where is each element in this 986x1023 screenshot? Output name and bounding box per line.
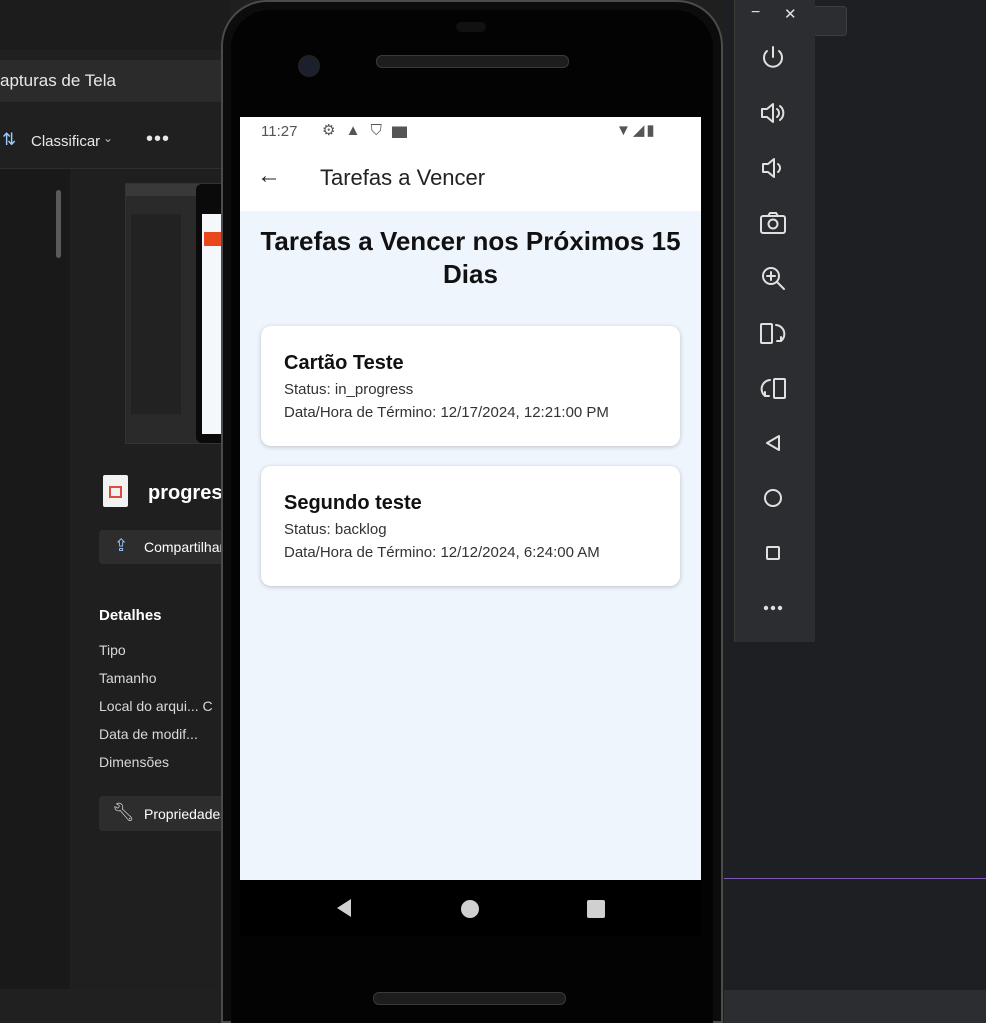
sort-button[interactable]: Classificar bbox=[31, 133, 100, 150]
chevron-down-icon[interactable]: ⌄ bbox=[103, 131, 113, 145]
task-title: Cartão Teste bbox=[284, 352, 404, 374]
task-status: Status: backlog bbox=[284, 521, 387, 538]
ide-divider bbox=[724, 878, 986, 879]
power-icon[interactable] bbox=[756, 41, 790, 75]
details-heading: Detalhes bbox=[99, 607, 162, 624]
wrench-icon[interactable]: 🔧︎ bbox=[112, 802, 135, 823]
front-camera-icon bbox=[298, 55, 320, 77]
camera-icon[interactable] bbox=[756, 206, 790, 240]
task-card[interactable]: Cartão Teste Status: in_progress Data/Ho… bbox=[261, 326, 680, 446]
task-due-date: Data/Hora de Término: 12/17/2024, 12:21:… bbox=[284, 404, 609, 421]
nav-home-icon[interactable] bbox=[459, 898, 481, 925]
zoom-in-icon[interactable] bbox=[756, 261, 790, 295]
more-icon[interactable] bbox=[756, 591, 790, 625]
bottom-speaker bbox=[373, 992, 566, 1005]
minimize-button[interactable]: − bbox=[751, 4, 760, 22]
app-bar-title: Tarefas a Vencer bbox=[320, 165, 486, 190]
detail-size-label: Tamanho bbox=[99, 670, 157, 686]
status-time: 11:27 bbox=[261, 123, 298, 140]
rotate-right-icon[interactable] bbox=[756, 316, 790, 350]
task-status: Status: in_progress bbox=[284, 381, 414, 398]
signal-battery-icons: ▼◢▮ bbox=[616, 122, 657, 139]
phone-screen: 11:27 ⚙︎ ▲ ⛉ ▆ ▼◢▮ ← Tarefas a Vencer Ta… bbox=[240, 117, 701, 880]
nav-overview-icon[interactable] bbox=[585, 898, 607, 925]
properties-button-label[interactable]: Propriedades bbox=[144, 806, 227, 822]
navigation-pane bbox=[0, 169, 70, 989]
earpiece-speaker bbox=[376, 55, 569, 68]
sort-icon[interactable]: ⇅ bbox=[2, 130, 16, 150]
file-preview-thumbnail bbox=[125, 183, 232, 444]
ide-status-bar bbox=[724, 990, 986, 1023]
task-due-date: Data/Hora de Término: 12/12/2024, 6:24:0… bbox=[284, 544, 600, 561]
home-icon[interactable] bbox=[756, 481, 790, 515]
detail-location-label: Local do arqui... C bbox=[99, 698, 213, 714]
share-button-label[interactable]: Compartilhar bbox=[144, 539, 224, 555]
volume-up-icon[interactable] bbox=[756, 96, 790, 130]
nav-back-icon[interactable] bbox=[333, 896, 355, 925]
ide-search-box[interactable] bbox=[812, 6, 847, 36]
close-button[interactable]: ✕ bbox=[784, 5, 797, 23]
address-text: apturas de Tela bbox=[0, 71, 116, 90]
explorer-title-strip bbox=[0, 0, 230, 50]
task-card[interactable]: Segundo teste Status: backlog Data/Hora … bbox=[261, 466, 680, 586]
overview-icon[interactable] bbox=[756, 536, 790, 570]
share-icon[interactable]: ⇪ bbox=[114, 536, 128, 556]
back-icon[interactable] bbox=[756, 426, 790, 460]
detail-type-label: Tipo bbox=[99, 642, 126, 658]
thumb-panel bbox=[131, 214, 181, 414]
detail-dimensions-label: Dimensões bbox=[99, 754, 170, 770]
rotate-left-icon[interactable] bbox=[756, 371, 790, 405]
phone-sensor bbox=[456, 22, 486, 32]
more-options-button[interactable]: ••• bbox=[146, 128, 170, 151]
back-arrow-button[interactable]: ← bbox=[257, 162, 281, 190]
page-title: Tarefas a Vencer nos Próximos 15 Dias bbox=[260, 226, 681, 289]
navigation-scrollbar[interactable] bbox=[56, 190, 61, 258]
volume-down-icon[interactable] bbox=[756, 151, 790, 185]
task-title: Segundo teste bbox=[284, 492, 422, 514]
detail-modified-label: Data de modif... bbox=[99, 726, 198, 742]
image-file-icon bbox=[103, 475, 128, 507]
notification-icons: ⚙︎ ▲ ⛉ ▆ bbox=[322, 122, 411, 139]
